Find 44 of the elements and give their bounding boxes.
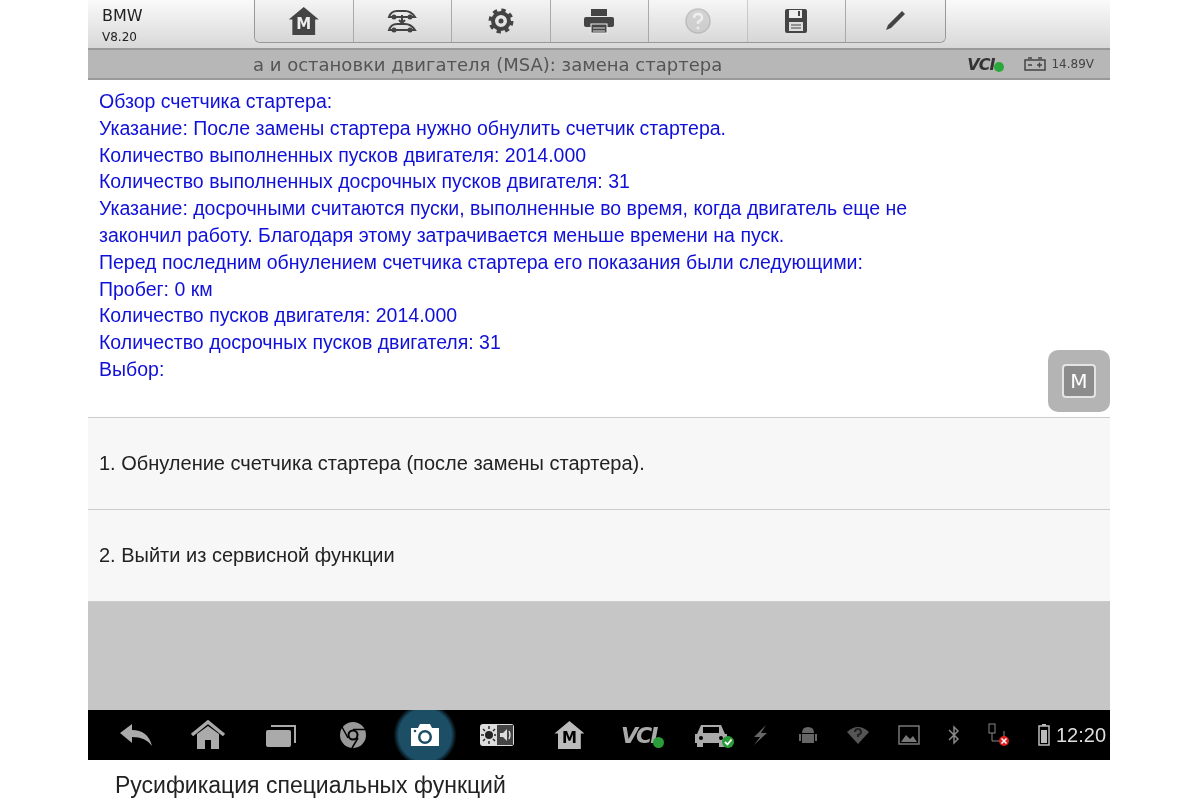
- house-icon: [190, 720, 227, 750]
- message-line: Указание: После замены стартера нужно обнулить счетчик стартера.: [99, 115, 726, 141]
- battery-voltage: 14.89V: [1051, 57, 1094, 71]
- vci-label: VCI: [967, 54, 995, 74]
- image-icon: [897, 725, 920, 745]
- app-version: V8.20: [102, 29, 138, 45]
- car-battery-icon: [1024, 57, 1047, 71]
- save-button[interactable]: [747, 0, 846, 42]
- caption: Русификация специальных функций: [115, 772, 507, 799]
- message-line: закончил работу. Благодаря этому затрачивается меньше времени на пуск.: [99, 223, 785, 248]
- browser-icon: [337, 720, 368, 750]
- recent-apps-icon: [263, 722, 298, 748]
- battery-icon: [1037, 724, 1050, 746]
- settings-icon: [486, 7, 515, 35]
- back-arrow-icon: [118, 722, 155, 748]
- car-swap-button[interactable]: [353, 0, 452, 42]
- printer-icon: [583, 8, 616, 34]
- wifi-icon: [845, 725, 870, 745]
- camera-icon: [408, 722, 442, 748]
- print-button[interactable]: [550, 0, 649, 42]
- network-error-icon: [987, 723, 1010, 747]
- bluetooth-icon: [947, 725, 960, 745]
- message-line: Обзор счетчика стартера:: [99, 89, 333, 114]
- menu-option[interactable]: 1. Обнуление счетчика стартера (после замены стартера).: [88, 418, 1110, 510]
- vci-button[interactable]: VCI: [605, 710, 678, 760]
- car-swap-icon: [385, 8, 420, 34]
- app-name: BMW: [102, 6, 144, 26]
- clock-time: 12:20: [1055, 723, 1107, 747]
- help-icon: [683, 7, 712, 35]
- brightness-volume-icon: [479, 723, 516, 747]
- settings-button[interactable]: [452, 0, 551, 42]
- message-line: Количество пусков двигателя: 2014.000: [99, 303, 458, 329]
- message-line: Перед последним обнулением счетчика стартера его показания были следующими:: [99, 249, 863, 275]
- message-line: Указание: досрочными считаются пуски, выполненные во время, когда двигатель еще не: [99, 196, 908, 222]
- home-button[interactable]: M: [255, 0, 354, 42]
- message-line: Пробег: 0 км: [99, 276, 213, 302]
- message-line: Количество досрочных пусков двигателя: 31: [99, 330, 501, 356]
- message-line: Выбор:: [99, 356, 165, 382]
- message-line: Количество выполненных досрочных пусков двигателя: 31: [99, 169, 630, 195]
- menu-option[interactable]: 2. Выйти из сервисной функции: [88, 510, 1110, 602]
- message-line: Количество выполненных пусков двигателя: 2014.000: [99, 142, 587, 168]
- robot-icon: [797, 725, 818, 745]
- function-title: а и остановки двигателя (MSA): замена стартера: [253, 53, 724, 75]
- app-home-button[interactable]: M: [533, 710, 606, 760]
